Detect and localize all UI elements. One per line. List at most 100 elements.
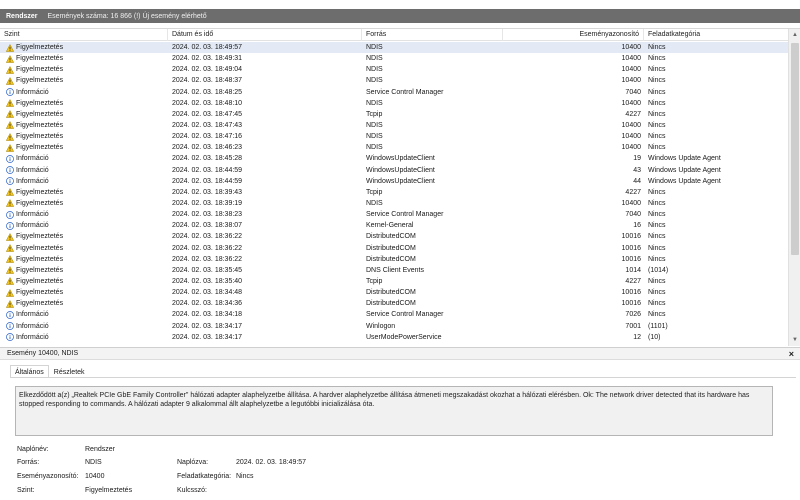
cell-level: Figyelmeztetés — [6, 142, 166, 153]
level-text: Figyelmeztetés — [16, 110, 64, 118]
cell-category: (10) — [648, 333, 661, 341]
table-row[interactable]: Információ 2024. 02. 03. 18:44:59 WindowsU… — [0, 176, 788, 187]
table-row[interactable]: Figyelmeztetés 2024. 02. 03. 18:36:22 Dist… — [0, 243, 788, 254]
warning-icon — [6, 99, 15, 107]
table-row[interactable]: Figyelmeztetés 2024. 02. 03. 18:47:43 NDIS… — [0, 120, 788, 131]
info-icon — [6, 88, 14, 96]
table-row[interactable]: Információ 2024. 02. 03. 18:34:18 Service … — [0, 309, 788, 320]
level-text: Figyelmeztetés — [16, 55, 64, 63]
cell-event-id: 16 — [633, 222, 641, 230]
cell-source: Tcpip — [366, 277, 383, 285]
prop-level-label: Szint: — [17, 487, 35, 494]
level-text: Figyelmeztetés — [16, 99, 64, 107]
level-text: Figyelmeztetés — [16, 199, 64, 207]
vertical-scrollbar[interactable]: ▲ ▼ — [788, 29, 800, 346]
cell-category: Nincs — [648, 121, 666, 129]
cell-date: 2024. 02. 03. 18:38:07 — [172, 222, 243, 230]
warning-icon — [6, 43, 15, 52]
cell-level: Figyelmeztetés — [6, 120, 166, 131]
cell-date: 2024. 02. 03. 18:34:18 — [172, 311, 243, 319]
grid-header: Szint Dátum és idő Forrás Eseményazonosí… — [0, 29, 788, 41]
cell-event-id: 12 — [633, 333, 641, 341]
table-row[interactable]: Figyelmeztetés 2024. 02. 03. 18:47:45 Tcpi… — [0, 109, 788, 120]
table-row[interactable]: Figyelmeztetés 2024. 02. 03. 18:35:40 Tcpi… — [0, 276, 788, 287]
column-header-category[interactable]: Feladatkategória — [644, 29, 788, 41]
cell-category: Nincs — [648, 55, 666, 63]
cell-event-id: 4227 — [625, 277, 641, 285]
cell-category: Nincs — [648, 77, 666, 85]
level-text: Információ — [16, 322, 49, 330]
cell-category: Nincs — [648, 255, 666, 263]
cell-level: Információ — [6, 309, 166, 320]
cell-source: NDIS — [366, 77, 383, 85]
cell-source: DistributedCOM — [366, 233, 416, 241]
cell-event-id: 10016 — [621, 289, 641, 297]
cell-source: DNS Client Events — [366, 266, 424, 274]
cell-category: Windows Update Agent — [648, 155, 721, 163]
table-row[interactable]: Figyelmeztetés 2024. 02. 03. 18:48:10 NDIS… — [0, 98, 788, 109]
prop-source-label: Forrás: — [17, 459, 40, 466]
cell-category: Nincs — [648, 144, 666, 152]
table-row[interactable]: Információ 2024. 02. 03. 18:38:07 Kernel-G… — [0, 220, 788, 231]
table-row[interactable]: Információ 2024. 02. 03. 18:34:17 UserMode… — [0, 332, 788, 343]
tab-divider — [10, 377, 796, 378]
cell-event-id: 44 — [633, 177, 641, 185]
scroll-down-icon[interactable]: ▼ — [789, 334, 800, 346]
table-row[interactable]: Figyelmeztetés 2024. 02. 03. 18:47:16 NDIS… — [0, 131, 788, 142]
cell-date: 2024. 02. 03. 18:36:22 — [172, 244, 243, 252]
info-icon — [6, 221, 14, 230]
cell-event-id: 4227 — [625, 188, 641, 196]
column-header-level[interactable]: Szint — [0, 29, 168, 41]
column-header-source[interactable]: Forrás — [362, 29, 503, 41]
table-row[interactable]: Figyelmeztetés 2024. 02. 03. 18:34:36 Dist… — [0, 298, 788, 309]
table-row[interactable]: Figyelmeztetés 2024. 02. 03. 18:49:31 NDIS… — [0, 53, 788, 64]
column-header-date[interactable]: Dátum és idő — [168, 29, 362, 41]
scroll-up-icon[interactable]: ▲ — [789, 29, 800, 41]
event-detail-header: Esemény 10400, NDIS × — [0, 347, 800, 360]
info-icon — [6, 333, 14, 342]
table-row[interactable]: Információ 2024. 02. 03. 18:44:59 WindowsU… — [0, 165, 788, 176]
cell-source: Tcpip — [366, 110, 383, 118]
cell-date: 2024. 02. 03. 18:45:28 — [172, 155, 243, 163]
table-row[interactable]: Figyelmeztetés 2024. 02. 03. 18:36:22 Dist… — [0, 231, 788, 242]
table-row[interactable]: Figyelmeztetés 2024. 02. 03. 18:34:48 Dist… — [0, 287, 788, 298]
cell-category: Nincs — [648, 88, 666, 96]
table-row[interactable]: Figyelmeztetés 2024. 02. 03. 18:48:37 NDIS… — [0, 75, 788, 86]
table-row[interactable]: Információ 2024. 02. 03. 18:45:28 WindowsU… — [0, 153, 788, 164]
cell-source: NDIS — [366, 199, 383, 207]
log-event-count[interactable]: Események száma: 16 866 (!) Új esemény e… — [48, 13, 207, 20]
cell-source: WindowsUpdateClient — [366, 177, 435, 185]
table-row[interactable]: Figyelmeztetés 2024. 02. 03. 18:35:45 DNS … — [0, 265, 788, 276]
column-header-event-id[interactable]: Eseményazonosító — [503, 29, 644, 41]
cell-date: 2024. 02. 03. 18:36:22 — [172, 233, 243, 241]
close-icon[interactable]: × — [789, 348, 794, 361]
level-text: Figyelmeztetés — [16, 188, 64, 196]
cell-source: NDIS — [366, 121, 383, 129]
cell-category: Nincs — [648, 300, 666, 308]
cell-source: Tcpip — [366, 188, 383, 196]
table-row[interactable]: Figyelmeztetés 2024. 02. 03. 18:36:22 Dist… — [0, 254, 788, 265]
warning-icon — [6, 76, 15, 85]
table-row[interactable]: Információ 2024. 02. 03. 18:48:25 Service … — [0, 87, 788, 98]
cell-source: DistributedCOM — [366, 255, 416, 263]
table-row[interactable]: Információ 2024. 02. 03. 18:34:17 Winlogon… — [0, 321, 788, 332]
event-properties: Naplónév: Rendszer Forrás: NDIS Naplózva… — [16, 440, 716, 500]
cell-date: 2024. 02. 03. 18:38:23 — [172, 211, 243, 219]
level-text: Figyelmeztetés — [16, 121, 64, 129]
table-row[interactable]: Figyelmeztetés 2024. 02. 03. 18:46:23 NDIS… — [0, 142, 788, 153]
cell-event-id: 10400 — [621, 55, 641, 63]
prop-log-name-value: Rendszer — [85, 446, 115, 453]
table-row[interactable]: Figyelmeztetés 2024. 02. 03. 18:39:43 Tcpi… — [0, 187, 788, 198]
cell-date: 2024. 02. 03. 18:34:48 — [172, 289, 243, 297]
table-row[interactable]: Információ 2024. 02. 03. 18:38:23 Service … — [0, 209, 788, 220]
level-text: Figyelmeztetés — [16, 77, 64, 85]
info-icon — [6, 322, 14, 330]
event-message[interactable]: Elkezdődött a(z) „Realtek PCIe GbE Famil… — [15, 386, 773, 436]
table-row[interactable]: Figyelmeztetés 2024. 02. 03. 18:49:04 NDIS… — [0, 64, 788, 75]
cell-source: Service Control Manager — [366, 211, 444, 219]
table-row[interactable]: Figyelmeztetés 2024. 02. 03. 18:49:57 NDIS… — [0, 42, 788, 54]
cell-date: 2024. 02. 03. 18:35:40 — [172, 277, 243, 285]
table-row[interactable]: Figyelmeztetés 2024. 02. 03. 18:39:19 NDIS… — [0, 198, 788, 209]
scroll-thumb[interactable] — [791, 43, 799, 255]
warning-icon — [6, 54, 15, 63]
